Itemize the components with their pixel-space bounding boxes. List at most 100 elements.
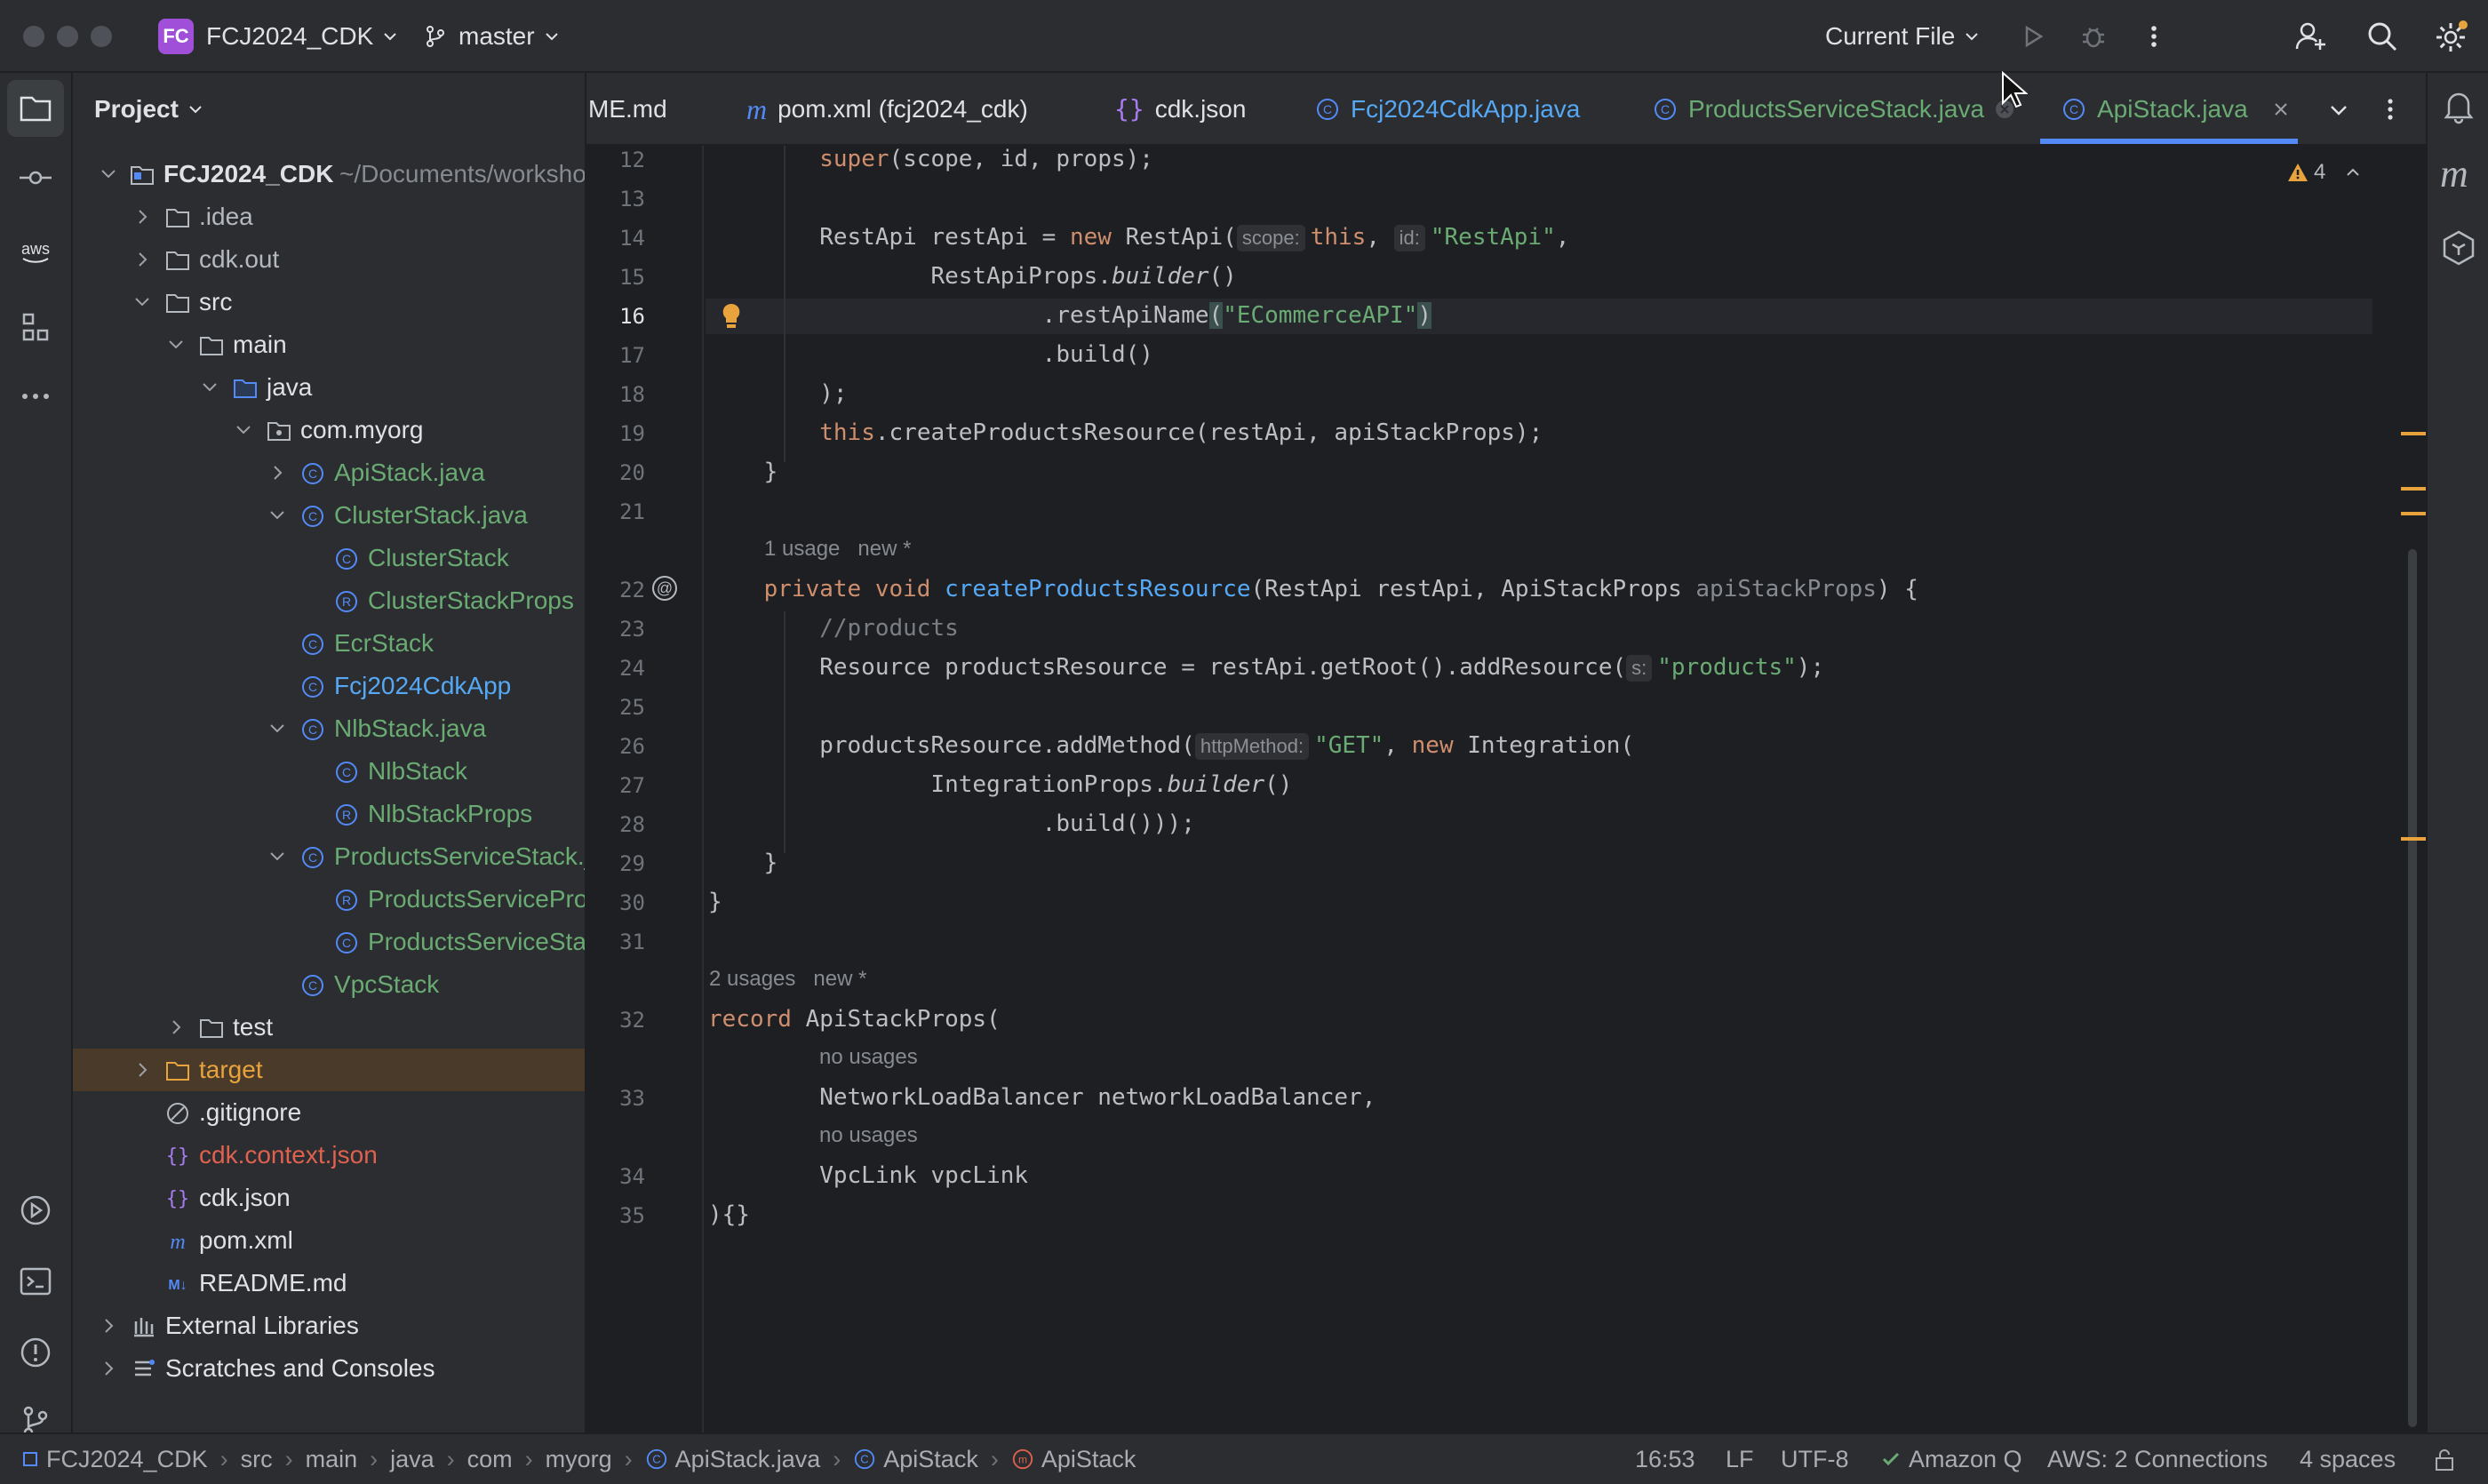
tree-item-productsservicestack-java[interactable]: C ProductsServiceStack.java — [73, 835, 585, 878]
aws-toolkit-button[interactable]: aws — [7, 224, 64, 281]
maven-file-icon: m — [170, 1231, 185, 1254]
svg-text:M↓: M↓ — [168, 1278, 187, 1293]
vertical-scrollbar[interactable] — [2372, 146, 2426, 1432]
usage-hint[interactable]: 2 usages new * — [709, 967, 866, 992]
tree-item-readme[interactable]: M↓ README.md — [73, 1262, 585, 1304]
tree-item-scratches[interactable]: Scratches and Consoles — [73, 1347, 585, 1390]
warning-marker[interactable] — [2401, 432, 2426, 435]
folder-icon — [166, 294, 189, 313]
tree-item-src[interactable]: src — [73, 281, 585, 323]
branch-selector[interactable]: master — [423, 19, 562, 54]
warning-marker[interactable] — [2401, 512, 2426, 515]
tree-item-nlbstack[interactable]: C NlbStack — [73, 750, 585, 793]
commit-toolwindow-button[interactable] — [7, 149, 64, 206]
tree-item-productsservicestack[interactable]: C ProductsServiceStack — [73, 921, 585, 963]
breadcrumb-item[interactable]: myorg — [546, 1446, 612, 1473]
tree-item-apistack-java[interactable]: C ApiStack.java — [73, 451, 585, 494]
scratches-icon — [135, 1360, 155, 1376]
problems-toolwindow-button[interactable] — [7, 1324, 64, 1381]
tree-item-nlbstack-java[interactable]: C NlbStack.java — [73, 707, 585, 750]
search-icon[interactable] — [2365, 20, 2399, 53]
indent-setting[interactable]: 4 spaces — [2300, 1434, 2396, 1484]
chevron-down-icon — [545, 33, 558, 41]
tree-item-productsserviceprops[interactable]: R ProductsServiceProps — [73, 878, 585, 921]
usage-hint[interactable]: 1 usage new * — [764, 537, 911, 562]
tree-item-gitignore[interactable]: .gitignore — [73, 1091, 585, 1134]
tree-item-pom-xml[interactable]: m pom.xml — [73, 1219, 585, 1262]
tree-item-clusterstack-java[interactable]: C ClusterStack.java — [73, 494, 585, 537]
notifications-bell-icon[interactable] — [2442, 89, 2476, 124]
tree-item-vpcstack[interactable]: C VpcStack — [73, 963, 585, 1006]
tab-cdk-json[interactable]: {} cdk.json — [1114, 73, 1246, 144]
scrollbar-thumb[interactable] — [2408, 549, 2417, 1427]
more-vertical-icon[interactable] — [2140, 22, 2168, 51]
tree-item-nlbstackprops[interactable]: R NlbStackProps — [73, 793, 585, 835]
close-window-button[interactable] — [23, 26, 44, 47]
tree-item-test[interactable]: test — [73, 1006, 585, 1049]
amazon-q-icon[interactable] — [2440, 229, 2477, 267]
tree-item-clusterstackprops[interactable]: R ClusterStackProps — [73, 579, 585, 622]
tree-item-ecrstack[interactable]: C EcrStack — [73, 622, 585, 665]
tree-item-java[interactable]: java — [73, 366, 585, 409]
more-toolwindows-button[interactable] — [7, 368, 64, 425]
maven-icon[interactable]: m — [2440, 151, 2468, 196]
tree-item-clusterstack[interactable]: C ClusterStack — [73, 537, 585, 579]
breadcrumb-item[interactable]: com — [467, 1446, 513, 1473]
amazon-q-status[interactable]: Amazon Q — [1880, 1434, 2022, 1484]
project-toolwindow-button[interactable] — [7, 80, 64, 137]
project-view-selector[interactable]: Project — [94, 73, 205, 146]
lock-icon[interactable] — [2433, 1448, 2456, 1472]
more-vertical-icon[interactable] — [2378, 96, 2403, 123]
run-config-selector[interactable]: Current File — [1825, 19, 1982, 54]
tree-item-external-libraries[interactable]: External Libraries — [73, 1304, 585, 1347]
tab-readme[interactable]: ME.md — [588, 73, 667, 144]
structure-icon — [22, 313, 49, 341]
settings-gear-icon[interactable] — [2433, 20, 2468, 55]
breadcrumb-item[interactable]: ApiStack — [1041, 1446, 1136, 1473]
tree-item-target[interactable]: target — [73, 1049, 585, 1091]
run-icon[interactable] — [2019, 22, 2047, 51]
tree-item-cdk-json[interactable]: {} cdk.json — [73, 1177, 585, 1219]
close-tab-icon[interactable] — [2271, 100, 2291, 119]
tree-item-fcj2024cdkapp[interactable]: C Fcj2024CdkApp — [73, 665, 585, 707]
breadcrumb-item[interactable]: FCJ2024_CDK — [46, 1446, 208, 1473]
override-marker-icon[interactable]: @ — [650, 574, 679, 602]
tree-item-idea[interactable]: .idea — [73, 195, 585, 238]
services-toolwindow-button[interactable] — [7, 1182, 64, 1239]
tree-item-cdk-out[interactable]: cdk.out — [73, 238, 585, 281]
tab-fcj2024cdkapp[interactable]: C Fcj2024CdkApp.java — [1315, 73, 1580, 144]
aws-connections[interactable]: AWS: 2 Connections — [2047, 1434, 2268, 1484]
tab-productsservicestack[interactable]: C ProductsServiceStack.java — [1653, 73, 2014, 144]
breadcrumb-item[interactable]: java — [390, 1446, 435, 1473]
tree-item-main[interactable]: main — [73, 323, 585, 366]
debug-icon[interactable] — [2079, 22, 2108, 51]
tree-root[interactable]: FCJ2024_CDK ~/Documents/workshop — [73, 153, 585, 195]
code-editor[interactable]: 12 13 14 15 16 17 18 19 20 21 22 23 24 2… — [586, 146, 2426, 1432]
warning-marker[interactable] — [2401, 487, 2426, 491]
usage-hint[interactable]: no usages — [819, 1123, 918, 1148]
file-encoding[interactable]: UTF-8 — [1781, 1434, 1849, 1484]
tree-item-label: ClusterStack.java — [334, 501, 528, 529]
breadcrumb-item[interactable]: src — [241, 1446, 273, 1473]
tab-list-chevron-icon[interactable] — [2326, 98, 2351, 123]
project-selector[interactable]: FC FCJ2024_CDK — [158, 19, 400, 54]
tab-apistack[interactable]: C ApiStack.java — [2061, 73, 2291, 144]
caret-position[interactable]: 16:53 — [1635, 1434, 1695, 1484]
zoom-window-button[interactable] — [91, 26, 112, 47]
minimize-window-button[interactable] — [57, 26, 78, 47]
line-separator[interactable]: LF — [1726, 1434, 1754, 1484]
breadcrumb-item[interactable]: ApiStack — [883, 1446, 978, 1473]
breadcrumb-item[interactable]: main — [306, 1446, 358, 1473]
breadcrumb-item[interactable]: ApiStack.java — [675, 1446, 821, 1473]
problems-icon — [20, 1337, 51, 1368]
tree-item-cdk-context-json[interactable]: {} cdk.context.json — [73, 1134, 585, 1177]
tree-item-package[interactable]: com.myorg — [73, 409, 585, 451]
chevron-up-icon[interactable] — [2343, 163, 2363, 182]
add-user-icon[interactable] — [2294, 20, 2328, 53]
tab-pom-xml[interactable]: m pom.xml (fcj2024_cdk) — [746, 73, 1028, 144]
structure-toolwindow-button[interactable] — [7, 299, 64, 355]
terminal-toolwindow-button[interactable] — [7, 1253, 64, 1310]
warning-marker[interactable] — [2401, 837, 2426, 841]
usage-hint[interactable]: no usages — [819, 1045, 918, 1070]
line-number: 35 — [619, 1203, 645, 1228]
